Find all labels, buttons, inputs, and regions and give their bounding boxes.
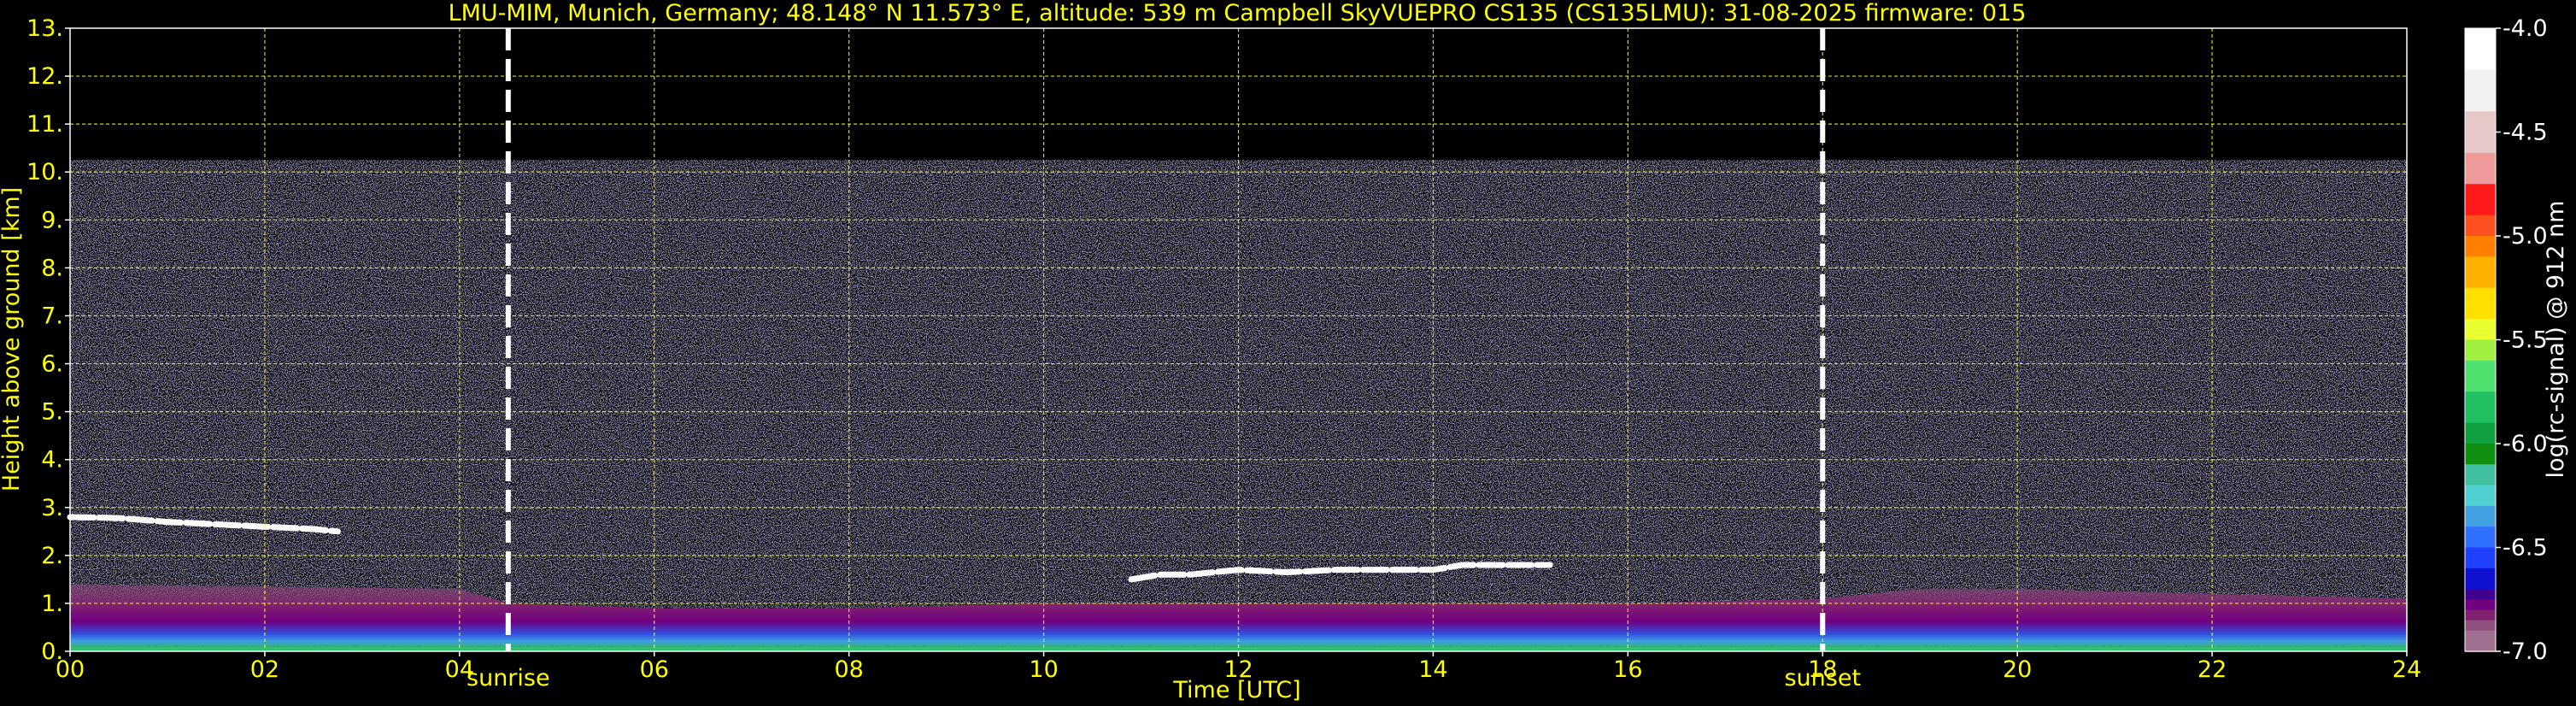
colorbar-swatch	[2465, 28, 2496, 71]
colorbar-swatch	[2465, 505, 2496, 527]
colorbar-swatch	[2465, 599, 2496, 611]
x-axis-label: Time [UTC]	[1172, 677, 1300, 703]
x-tick-label: 14	[1418, 656, 1447, 683]
colorbar-tick-label: -6.0	[2503, 431, 2548, 457]
colorbar-swatch	[2465, 609, 2496, 621]
y-axis-label: Height above ground [km]	[0, 187, 25, 491]
colorbar-swatch	[2465, 287, 2496, 320]
colorbar-swatch	[2465, 630, 2496, 652]
y-tick-label: 5.	[41, 399, 63, 426]
y-tick-label: 3.	[41, 495, 63, 521]
colorbar-swatch	[2465, 485, 2496, 507]
x-tick-label: 04	[445, 656, 474, 683]
colorbar-swatch	[2465, 256, 2496, 289]
y-tick-label: 7.	[41, 303, 63, 329]
y-tick-label: 13.	[26, 15, 63, 42]
y-tick-label: 0.	[41, 638, 63, 665]
colorbar-label: log(rc-signal) @ 912 nm	[2543, 201, 2569, 479]
colorbar-swatch	[2465, 215, 2496, 237]
colorbar-tick-label: -7.0	[2503, 638, 2548, 665]
colorbar-swatch	[2465, 444, 2496, 466]
y-tick-label: 2.	[41, 543, 63, 569]
y-tick-label: 8.	[41, 255, 63, 281]
y-tick-label: 11.	[26, 111, 63, 138]
x-tick-label: 24	[2392, 656, 2421, 683]
x-tick-label: 20	[2003, 656, 2032, 683]
x-tick-label: 18	[1808, 656, 1837, 683]
x-tick-label: 16	[1613, 656, 1642, 683]
colorbar-tick-label: -4.0	[2503, 15, 2548, 42]
ceilometer-chart: sunrise sunset 00 02 04 06 08 10 12 14 16 18 20 22 24…	[0, 0, 2576, 706]
chart-title: LMU-MIM, Munich, Germany; 48.148° N 11.5…	[449, 0, 2027, 26]
x-tick-label: 08	[834, 656, 863, 683]
y-tick-label: 9.	[41, 207, 63, 233]
colorbar-swatch	[2465, 422, 2496, 444]
x-tick-label: 02	[250, 656, 279, 683]
colorbar-tick-label: -6.5	[2503, 535, 2548, 562]
colorbar-swatch	[2465, 568, 2496, 590]
colorbar-tick-label: -5.5	[2503, 327, 2548, 354]
y-tick-label: 6.	[41, 351, 63, 378]
colorbar-swatch	[2465, 184, 2496, 216]
colorbar-swatch	[2465, 152, 2496, 185]
colorbar-swatch	[2465, 547, 2496, 569]
y-tick-label: 12.	[26, 63, 63, 90]
colorbar-swatch	[2465, 391, 2496, 424]
colorbar-swatch	[2465, 464, 2496, 486]
sunrise-label: sunrise	[466, 665, 550, 691]
y-tick-label: 4.	[41, 447, 63, 474]
y-tick-label: 1.	[41, 591, 63, 617]
colorbar-swatch	[2465, 339, 2496, 362]
colorbar-tick-label: -4.5	[2503, 120, 2548, 146]
y-tick-label: 10.	[26, 159, 63, 185]
colorbar-swatch	[2465, 111, 2496, 154]
colorbar-swatch	[2465, 236, 2496, 258]
colorbar-swatch	[2465, 589, 2496, 601]
colorbar-swatch	[2465, 360, 2496, 393]
x-tick-label: 10	[1029, 656, 1058, 683]
x-tick-label: 06	[640, 656, 669, 683]
x-tick-label: 22	[2198, 656, 2227, 683]
colorbar-swatch	[2465, 620, 2496, 632]
colorbar-swatch	[2465, 527, 2496, 549]
colorbar-tick-label: -5.0	[2503, 223, 2548, 250]
colorbar-swatch	[2465, 319, 2496, 341]
colorbar-swatch	[2465, 69, 2496, 112]
